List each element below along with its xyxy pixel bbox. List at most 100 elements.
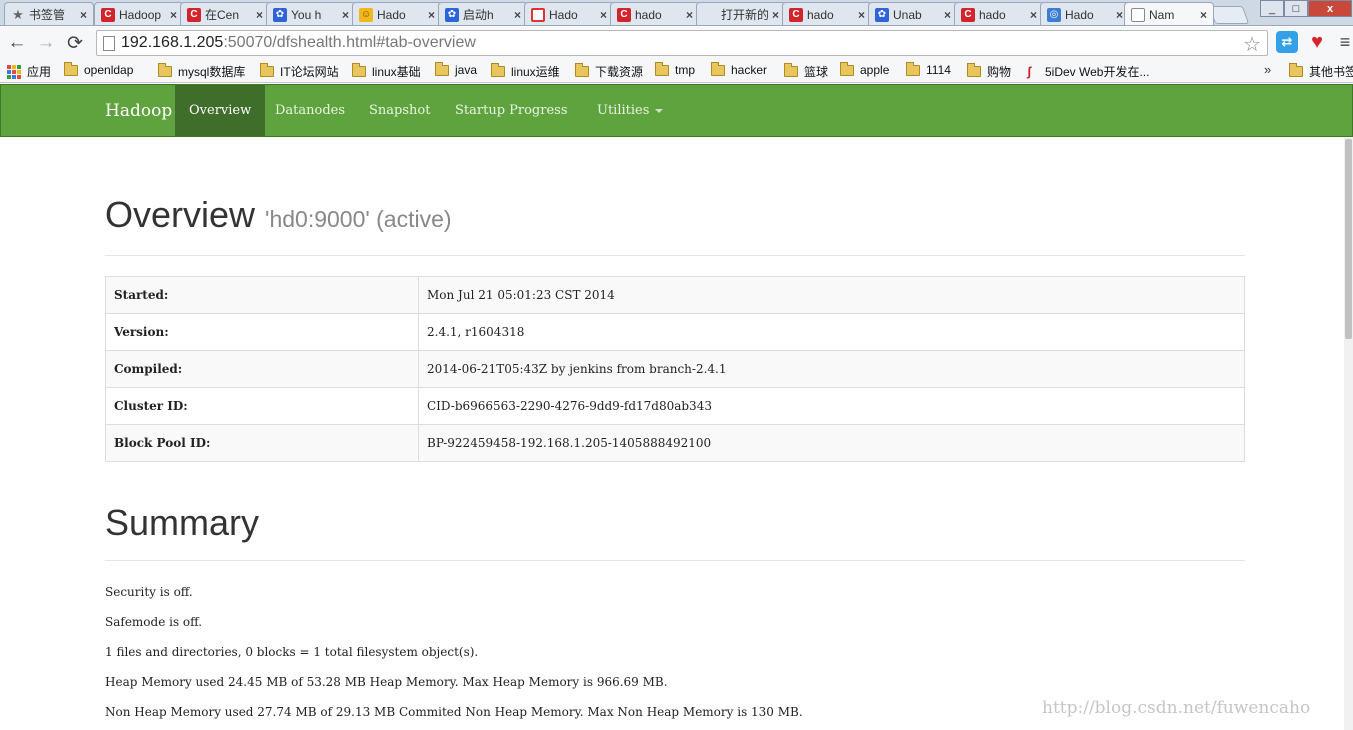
table-row: Version: 2.4.1, r1604318	[105, 313, 1245, 351]
address-bar[interactable]: 192.168.1.205:50070/dfshealth.html#tab-o…	[96, 30, 1268, 56]
tab-title: Hado	[377, 7, 406, 22]
browser-tab-active[interactable]: Nam ×	[1124, 2, 1214, 25]
brand-logo[interactable]: Hadoop	[105, 101, 172, 121]
new-tab-button[interactable]	[1208, 6, 1250, 24]
tab-datanodes[interactable]: Datanodes	[261, 85, 359, 136]
tab-snapshot[interactable]: Snapshot	[355, 85, 444, 136]
summary-line: Non Heap Memory used 27.74 MB of 29.13 M…	[105, 705, 803, 719]
bookmarks-bar: 应用 openldap mysql数据库 IT论坛网站 linux基础 java…	[0, 59, 1353, 83]
bookmark-5idev[interactable]: ʃ 5iDev Web开发在...	[1027, 63, 1149, 80]
folder-icon	[352, 63, 366, 77]
bookmark-folder[interactable]: IT论坛网站	[260, 63, 339, 80]
menu-icon[interactable]: ≡	[1334, 31, 1353, 53]
bookmark-folder[interactable]: openldap	[64, 61, 133, 77]
browser-tab[interactable]: C hado ×	[782, 2, 872, 25]
folder-icon	[784, 63, 798, 77]
browser-tab[interactable]: 打开新的 ×	[696, 2, 786, 25]
bookmark-folder[interactable]: java	[435, 61, 477, 77]
tab-close-icon[interactable]: ×	[428, 8, 435, 22]
bookmark-folder[interactable]: apple	[840, 61, 889, 77]
fivedev-icon: ʃ	[1027, 63, 1032, 79]
bookmark-label: IT论坛网站	[280, 65, 339, 79]
tab-overview[interactable]: Overview	[175, 85, 266, 136]
tab-close-icon[interactable]: ×	[1200, 8, 1207, 22]
hadoop-navbar: Hadoop Overview Datanodes Snapshot Start…	[0, 84, 1353, 137]
tab-close-icon[interactable]: ×	[256, 8, 263, 22]
tab-close-icon[interactable]: ×	[80, 8, 87, 22]
bookmark-folder[interactable]: 下载资源	[575, 63, 643, 80]
extension-icon[interactable]: ⇄	[1276, 31, 1298, 53]
folder-icon	[64, 61, 78, 76]
reload-button[interactable]: ⟳	[61, 29, 89, 57]
forward-button[interactable]: →	[32, 29, 60, 57]
bookmark-label: hacker	[731, 63, 768, 77]
tab-close-icon[interactable]: ×	[1116, 8, 1123, 22]
browser-tab[interactable]: ✿ 启动h ×	[438, 2, 528, 25]
bookmark-folder[interactable]: tmp	[655, 61, 695, 77]
tab-close-icon[interactable]: ×	[342, 8, 349, 22]
folder-icon	[491, 63, 505, 77]
csdn-icon: C	[961, 7, 975, 22]
tab-title: You h	[291, 7, 322, 22]
tab-title: 在Cen	[205, 8, 240, 22]
bookmark-folder[interactable]: 1114	[906, 61, 951, 77]
browser-tab[interactable]: C hado ×	[610, 2, 700, 25]
bookmarks-overflow-button[interactable]: »	[1264, 62, 1271, 77]
baidu-paw-icon: ✿	[273, 7, 287, 22]
bookmark-folder[interactable]: linux运维	[491, 63, 560, 80]
browser-tab[interactable]: ✿ You h ×	[266, 2, 356, 25]
tab-close-icon[interactable]: ×	[686, 8, 693, 22]
row-key: Compiled:	[105, 350, 419, 388]
tab-close-icon[interactable]: ×	[858, 8, 865, 22]
back-button[interactable]: ←	[3, 29, 31, 57]
bookmark-folder[interactable]: 篮球	[784, 63, 828, 80]
window-close-button[interactable]: x	[1308, 0, 1352, 17]
tab-close-icon[interactable]: ×	[514, 8, 521, 22]
tab-close-icon[interactable]: ×	[600, 8, 607, 22]
bookmark-star-icon[interactable]: ☆	[1243, 32, 1261, 57]
bookmark-folder[interactable]: linux基础	[352, 63, 421, 80]
tab-close-icon[interactable]: ×	[772, 8, 779, 22]
watermark: http://blog.csdn.net/fuwencaho	[1042, 698, 1311, 718]
scrollbar-thumb[interactable]	[1345, 139, 1352, 339]
bookmark-apps[interactable]: 应用	[7, 63, 51, 80]
other-bookmarks[interactable]: 其他书签	[1289, 63, 1353, 80]
heart-icon[interactable]: ♥	[1306, 31, 1328, 53]
browser-tab[interactable]: ◎ Hado ×	[1040, 2, 1130, 25]
row-value: 2014-06-21T05:43Z by jenkins from branch…	[418, 350, 1245, 388]
browser-tab[interactable]: ☺ Hado ×	[352, 2, 442, 25]
browser-tab[interactable]: C hado ×	[954, 2, 1044, 25]
divider	[105, 255, 1245, 256]
bookmark-folder[interactable]: mysql数据库	[158, 63, 245, 80]
bookmark-folder[interactable]: hacker	[711, 61, 768, 77]
summary-title: Summary	[105, 502, 260, 543]
browser-tab[interactable]: C Hadoop ×	[94, 2, 184, 25]
tab-strip: ★ 书签管 × C Hadoop × C 在Cen × ✿ You h × ☺ …	[0, 0, 1353, 26]
summary-line: Security is off.	[105, 585, 193, 599]
browser-tab[interactable]: ★ 书签管 ×	[4, 2, 94, 25]
browser-tab[interactable]: ✿ Unab ×	[868, 2, 958, 25]
folder-icon	[967, 63, 981, 77]
browser-tab[interactable]: Hado ×	[524, 2, 614, 25]
table-row: Compiled: 2014-06-21T05:43Z by jenkins f…	[105, 350, 1245, 388]
bookmark-folder[interactable]: 购物	[967, 63, 1011, 80]
tab-title: hado	[807, 7, 834, 22]
tab-utilities[interactable]: Utilities	[583, 85, 677, 136]
divider	[105, 560, 1245, 561]
tab-close-icon[interactable]: ×	[1030, 8, 1037, 22]
page-icon	[1131, 8, 1145, 22]
bookmark-label: linux基础	[372, 65, 421, 79]
tab-close-icon[interactable]: ×	[170, 8, 177, 22]
tab-startup-progress[interactable]: Startup Progress	[441, 85, 582, 136]
page-title: Overview 'hd0:9000' (active)	[105, 194, 452, 236]
row-key: Block Pool ID:	[105, 424, 419, 462]
page-scrollbar[interactable]	[1344, 137, 1353, 730]
url-path: :50070/dfshealth.html#tab-overview	[223, 34, 476, 51]
table-row: Cluster ID: CID-b6966563-2290-4276-9dd9-…	[105, 387, 1245, 425]
page-viewport: Hadoop Overview Datanodes Snapshot Start…	[0, 84, 1353, 730]
tab-close-icon[interactable]: ×	[944, 8, 951, 22]
maximize-button[interactable]: □	[1284, 0, 1308, 17]
browser-tab[interactable]: C 在Cen ×	[180, 2, 270, 25]
csdn-icon: C	[101, 7, 115, 22]
minimize-button[interactable]: _	[1260, 0, 1284, 17]
